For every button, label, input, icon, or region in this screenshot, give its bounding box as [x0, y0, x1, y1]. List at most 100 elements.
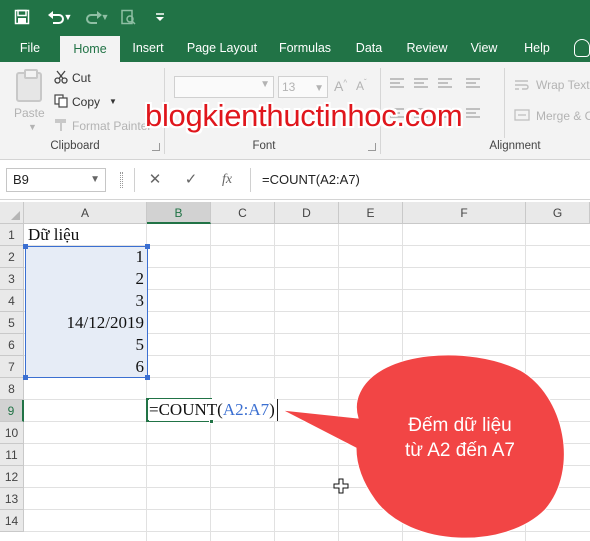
align-middle-icon[interactable]	[414, 78, 428, 88]
cell-a3[interactable]: 2	[26, 268, 145, 290]
column-header-a[interactable]: A	[24, 202, 147, 224]
cell-a1[interactable]: Dữ liệu	[28, 224, 79, 246]
tab-home[interactable]: Home	[60, 36, 120, 62]
tab-file[interactable]: File	[8, 34, 52, 62]
font-name-combo[interactable]: ▼	[174, 76, 274, 98]
merge-center-button[interactable]: Merge & C	[536, 109, 590, 123]
copy-dropdown-icon[interactable]: ▼	[109, 97, 117, 106]
font-size-combo[interactable]: 13 ▼	[278, 76, 328, 98]
spreadsheet-grid[interactable]: A B C D E F G 1 2 3 4 5 6 7 8 9 10 11 12…	[0, 200, 590, 541]
save-icon[interactable]	[10, 5, 34, 29]
formula-reference: A2:A7	[222, 400, 270, 419]
paste-dropdown-icon[interactable]: ▼	[28, 122, 37, 132]
column-header-b[interactable]: B	[147, 202, 211, 224]
name-box-value: B9	[13, 172, 29, 187]
cell-a7[interactable]: 6	[26, 356, 145, 378]
paste-button[interactable]: Paste	[14, 106, 45, 120]
font-dialog-launcher-icon[interactable]	[368, 143, 376, 151]
wrap-text-icon[interactable]	[514, 78, 530, 95]
row-header-11[interactable]: 11	[0, 444, 24, 466]
gridline	[525, 224, 526, 541]
increase-font-size-icon[interactable]: A^	[334, 78, 347, 94]
merge-center-icon[interactable]	[514, 108, 530, 125]
cell-a6[interactable]: 5	[26, 334, 145, 356]
gridline	[24, 531, 590, 532]
cell-b9-editor[interactable]: =COUNT(A2:A7)	[149, 399, 278, 421]
tab-insert[interactable]: Insert	[124, 34, 172, 62]
undo-dropdown-icon[interactable]: ▼	[62, 5, 74, 29]
row-header-8[interactable]: 8	[0, 378, 24, 400]
cell-a4[interactable]: 3	[26, 290, 145, 312]
select-all-button[interactable]	[0, 202, 24, 224]
cell-a5[interactable]: 14/12/2019	[26, 312, 144, 334]
enter-icon[interactable]: ✓	[180, 170, 202, 190]
format-painter-icon[interactable]	[54, 118, 68, 135]
title-bar: ▼ ▼	[0, 0, 590, 34]
row-header-2[interactable]: 2	[0, 246, 24, 268]
format-painter-button[interactable]: Format Painter	[72, 119, 151, 133]
row-header-7[interactable]: 7	[0, 356, 24, 378]
column-header-e[interactable]: E	[339, 202, 403, 224]
row-header-3[interactable]: 3	[0, 268, 24, 290]
watermark-text: blogkienthuctinhoc.com	[145, 98, 463, 133]
cut-button[interactable]: Cut	[72, 71, 91, 85]
row-header-9[interactable]: 9	[0, 400, 24, 422]
row-header-10[interactable]: 10	[0, 422, 24, 444]
tab-view[interactable]: View	[462, 34, 506, 62]
row-header-4[interactable]: 4	[0, 290, 24, 312]
formula-input[interactable]: =COUNT(A2:A7)	[262, 170, 360, 190]
gridline	[24, 509, 590, 510]
tab-data[interactable]: Data	[346, 34, 392, 62]
print-preview-icon[interactable]	[116, 5, 140, 29]
gridline	[24, 399, 590, 400]
gridline	[274, 224, 275, 541]
callout-line-1: Đếm dữ liệu	[408, 415, 512, 436]
formula-bar-resize-handle[interactable]	[120, 172, 123, 188]
clipboard-group-label: Clipboard	[50, 140, 100, 152]
column-header-d[interactable]: D	[275, 202, 339, 224]
formula-suffix: )	[269, 400, 275, 419]
gridline	[24, 465, 590, 466]
copy-button[interactable]: Copy	[72, 95, 100, 109]
name-box[interactable]: B9 ▼	[6, 168, 106, 192]
cell-a2[interactable]: 1	[26, 246, 145, 268]
tab-review[interactable]: Review	[398, 34, 456, 62]
align-bottom-icon[interactable]	[438, 78, 452, 88]
column-header-c[interactable]: C	[211, 202, 275, 224]
gridline	[210, 224, 211, 541]
row-header-13[interactable]: 13	[0, 488, 24, 510]
row-header-1[interactable]: 1	[0, 224, 24, 246]
callout-text: Đếm dữ liệu từ A2 đến A7	[370, 413, 550, 463]
copy-icon[interactable]	[54, 94, 68, 111]
redo-dropdown-icon[interactable]: ▼	[100, 5, 110, 29]
cut-icon[interactable]	[54, 70, 68, 87]
clipboard-dialog-launcher-icon[interactable]	[152, 143, 160, 151]
alignment-group-label: Alignment	[489, 140, 541, 152]
customize-qat-icon[interactable]	[148, 5, 172, 29]
row-header-6[interactable]: 6	[0, 334, 24, 356]
row-header-5[interactable]: 5	[0, 312, 24, 334]
insert-function-icon[interactable]: fx	[216, 170, 238, 190]
range-corner-handle[interactable]	[145, 375, 150, 380]
chevron-down-icon: ▼	[260, 79, 270, 90]
font-group-label: Font	[252, 140, 276, 152]
indent-icon[interactable]	[466, 108, 480, 118]
group-divider	[504, 68, 505, 138]
tab-help[interactable]: Help	[514, 34, 560, 62]
crosshair-cursor-icon	[333, 478, 349, 494]
tab-page-layout[interactable]: Page Layout	[180, 34, 264, 62]
fill-handle[interactable]	[209, 419, 214, 424]
orientation-icon[interactable]	[466, 78, 480, 88]
row-header-14[interactable]: 14	[0, 510, 24, 532]
row-header-12[interactable]: 12	[0, 466, 24, 488]
decrease-font-size-icon[interactable]: Aˇ	[356, 78, 367, 93]
column-header-g[interactable]: G	[526, 202, 590, 224]
align-top-icon[interactable]	[390, 78, 404, 88]
cancel-icon[interactable]: ✕	[144, 170, 166, 190]
tell-me-lightbulb-icon[interactable]	[574, 39, 590, 57]
paste-icon[interactable]	[16, 69, 42, 102]
column-header-f[interactable]: F	[403, 202, 526, 224]
wrap-text-button[interactable]: Wrap Text	[536, 78, 590, 92]
tab-formulas[interactable]: Formulas	[272, 34, 338, 62]
range-corner-handle[interactable]	[145, 244, 150, 249]
